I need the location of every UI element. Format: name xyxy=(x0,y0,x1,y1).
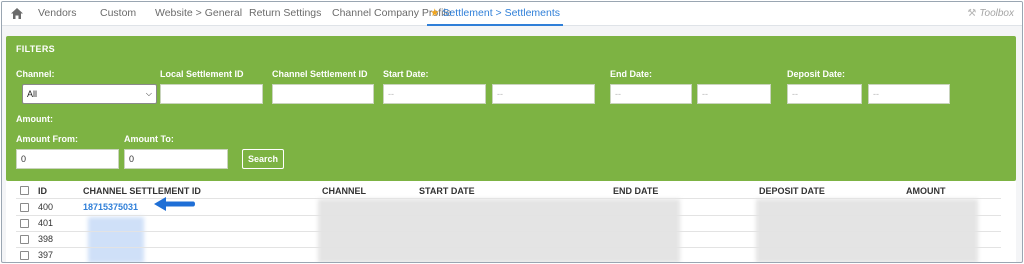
deposit-date-to-input[interactable] xyxy=(868,84,950,104)
channel-select[interactable]: All ⌵ xyxy=(22,84,157,104)
channel-label: Channel: xyxy=(16,69,55,79)
toolbox-label: Toolbox xyxy=(979,8,1014,19)
start-date-from-input[interactable] xyxy=(383,84,486,104)
amount-label: Amount: xyxy=(16,114,53,124)
home-icon[interactable] xyxy=(10,7,24,20)
tab-custom[interactable]: Custom xyxy=(100,2,136,26)
filters-panel: FILTERS Channel: All ⌵ Local Settlement … xyxy=(6,36,1016,181)
row-divider xyxy=(16,231,1001,232)
amount-to-label: Amount To: xyxy=(124,134,174,144)
toolbox-icon: ⚒ xyxy=(967,8,977,19)
amount-from-input[interactable] xyxy=(16,149,119,169)
row-checkbox[interactable] xyxy=(20,219,29,228)
column-header-end-date[interactable]: END DATE xyxy=(613,186,658,196)
settlement-id-link[interactable]: 18715375031 xyxy=(83,202,138,212)
column-header-channel[interactable]: CHANNEL xyxy=(322,186,366,196)
amount-to-input[interactable] xyxy=(124,149,228,169)
row-id: 401 xyxy=(38,218,54,228)
row-id: 400 xyxy=(38,202,54,212)
chevron-down-icon: ⌵ xyxy=(145,89,152,98)
start-date-to-input[interactable] xyxy=(492,84,595,104)
tab-settlement-settlements[interactable]: ★ Settlement > Settlements xyxy=(427,2,564,26)
deposit-date-label: Deposit Date: xyxy=(787,69,846,79)
filters-title: FILTERS xyxy=(16,44,55,54)
tab-website-general[interactable]: Website > General xyxy=(155,2,242,26)
tab-return-settings[interactable]: Return Settings xyxy=(249,2,321,26)
redacted-cells xyxy=(88,217,144,262)
select-all-checkbox[interactable] xyxy=(20,186,29,195)
end-date-from-input[interactable] xyxy=(610,84,692,104)
column-header-deposit-date[interactable]: DEPOSIT DATE xyxy=(759,186,825,196)
row-divider xyxy=(16,247,1001,248)
settlements-grid: ID CHANNEL SETTLEMENT ID CHANNEL START D… xyxy=(6,181,1016,262)
end-date-label: End Date: xyxy=(610,69,653,79)
column-header-id[interactable]: ID xyxy=(38,186,47,196)
amount-from-label: Amount From: xyxy=(16,134,78,144)
channel-select-value: All xyxy=(27,89,38,99)
row-checkbox[interactable] xyxy=(20,203,29,212)
tab-vendors[interactable]: Vendors xyxy=(38,2,77,26)
toolbox-button[interactable]: ⚒ Toolbox xyxy=(967,2,1014,26)
channel-settlement-id-label: Channel Settlement ID xyxy=(272,69,368,79)
tab-settlement-settlements-label: Settlement > Settlements xyxy=(442,7,561,19)
channel-settlement-id-input[interactable] xyxy=(272,84,374,104)
local-settlement-id-input[interactable] xyxy=(160,84,263,104)
search-button[interactable]: Search xyxy=(242,149,285,169)
row-id: 398 xyxy=(38,234,54,244)
column-header-amount[interactable]: AMOUNT xyxy=(906,186,946,196)
star-icon: ★ xyxy=(430,7,440,19)
app-window: Vendors Custom Website > General Return … xyxy=(1,1,1023,263)
tab-bar: Vendors Custom Website > General Return … xyxy=(2,2,1022,26)
column-header-start-date[interactable]: START DATE xyxy=(419,186,475,196)
deposit-date-from-input[interactable] xyxy=(787,84,862,104)
row-checkbox[interactable] xyxy=(20,251,29,260)
local-settlement-id-label: Local Settlement ID xyxy=(160,69,244,79)
end-date-to-input[interactable] xyxy=(697,84,771,104)
row-divider xyxy=(16,215,1001,216)
row-id: 397 xyxy=(38,250,54,260)
row-checkbox[interactable] xyxy=(20,235,29,244)
start-date-label: Start Date: xyxy=(383,69,429,79)
arrow-left-icon xyxy=(154,197,195,211)
